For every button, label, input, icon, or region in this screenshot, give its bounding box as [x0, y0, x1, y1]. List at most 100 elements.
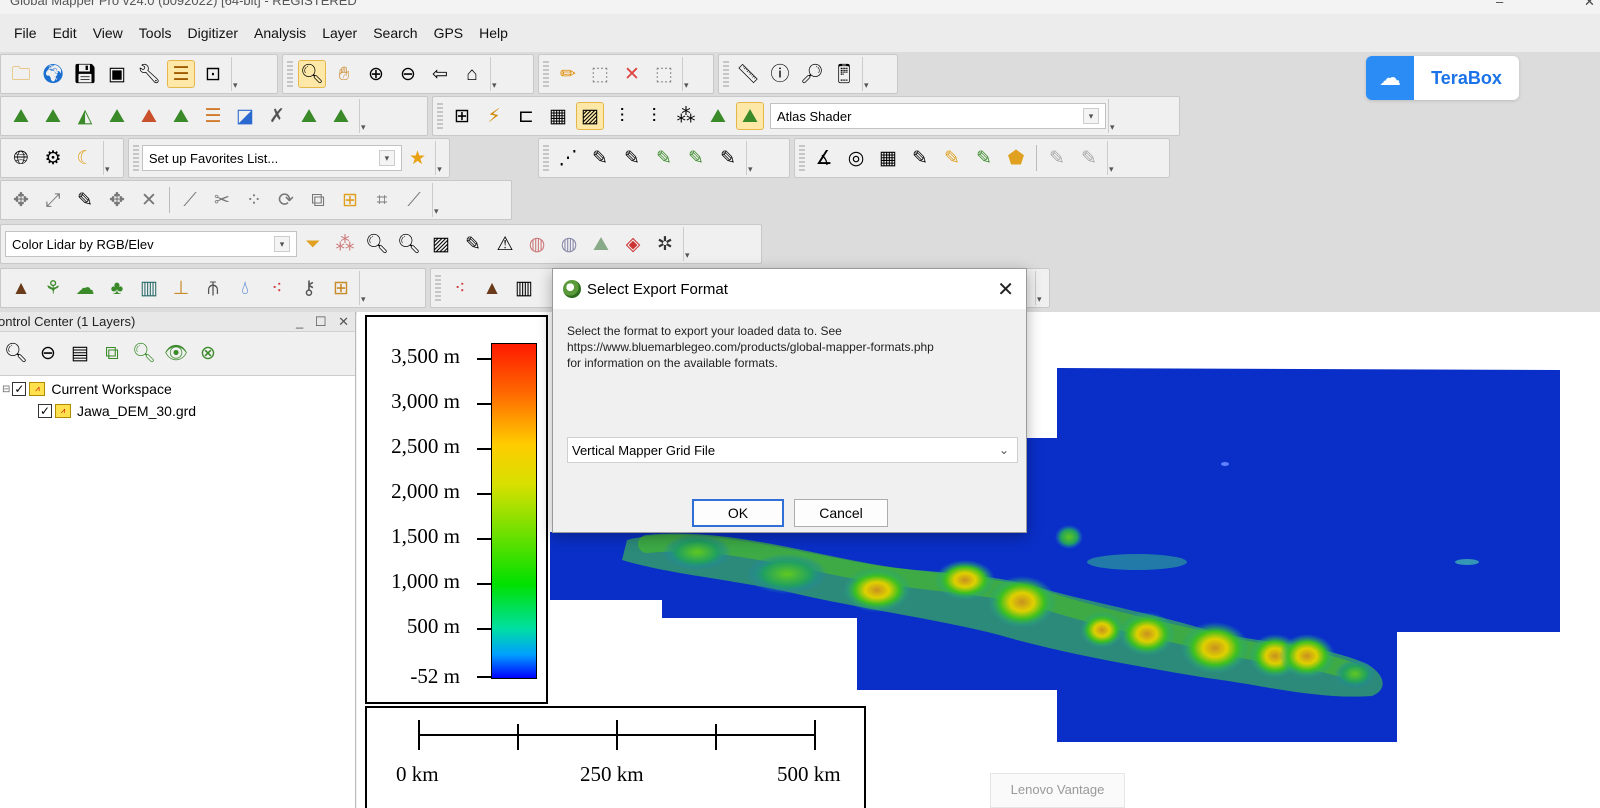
lightning-icon[interactable]: ⚡︎ [481, 103, 507, 129]
split-line-icon[interactable]: ⟋ [177, 187, 203, 213]
gps-device-icon[interactable]: 📱︎ [831, 61, 857, 87]
pole-icon[interactable]: ⊥ [168, 275, 194, 301]
viewshed-icon[interactable]: ⛰︎ [136, 103, 162, 129]
save-icon[interactable]: 💾︎ [72, 61, 98, 87]
layer-search-icon[interactable]: 🔍︎ [3, 341, 29, 367]
contour-icon[interactable]: ⛰︎ [40, 103, 66, 129]
point-class-icon[interactable]: ⁖ [447, 275, 473, 301]
ruler-diag-icon[interactable]: ⟋ [401, 187, 427, 213]
open-folder-icon[interactable]: 🗀 [8, 61, 34, 87]
menu-view[interactable]: View [85, 25, 131, 41]
key-icon[interactable]: ⚷ [296, 275, 322, 301]
terrain-icon[interactable]: ⛰︎ [8, 103, 34, 129]
toolbar-options-icon[interactable] [435, 141, 445, 175]
watershed-icon[interactable]: ⛰︎ [168, 103, 194, 129]
back-arrow-icon[interactable]: ⇦ [427, 61, 453, 87]
move-icon[interactable]: ✥ [104, 187, 130, 213]
draw-circle-icon[interactable]: ✎ [715, 145, 741, 171]
layer-remove-icon[interactable]: ⊗ [195, 341, 221, 367]
globe-icon[interactable]: 🌍︎ [40, 61, 66, 87]
mountain-shader-icon[interactable]: ⛰︎ [736, 102, 764, 130]
lidar-cloud-icon[interactable]: ◍ [556, 231, 582, 257]
menu-edit[interactable]: Edit [45, 25, 85, 41]
minimize-button[interactable]: – [1496, 0, 1503, 9]
edit-doc-icon[interactable]: ✎ [460, 231, 486, 257]
menu-tools[interactable]: Tools [131, 25, 180, 41]
shader-slash-icon[interactable]: ▨ [576, 102, 604, 130]
copy-icon[interactable]: ⧉ [305, 187, 331, 213]
lidar-query-icon[interactable]: 🔍︎ [396, 231, 422, 257]
join-icon[interactable]: ⁘ [241, 187, 267, 213]
tower-icon[interactable]: ⫚ [200, 275, 226, 301]
layers-icon[interactable]: ☰ [167, 60, 195, 88]
toolbar-options-icon[interactable] [1107, 141, 1117, 175]
vertices-icon[interactable]: ⊞ [337, 187, 363, 213]
reshape-icon[interactable]: ✎ [72, 187, 98, 213]
search-feature-icon[interactable]: 🔎︎ [799, 61, 825, 87]
lidar-points-icon[interactable]: ⁂ [332, 231, 358, 257]
layer-checkbox[interactable]: ✓ [38, 404, 52, 418]
toolbar-options-icon[interactable] [231, 57, 241, 91]
highlight-icon[interactable]: ✎ [939, 145, 965, 171]
draw-rect-icon[interactable]: ✎ [683, 145, 709, 171]
workspace-checkbox[interactable]: ✓ [12, 382, 27, 396]
edit-vertex-icon[interactable]: ⬚ [651, 61, 677, 87]
toolbar-options-icon[interactable] [683, 227, 693, 261]
panel-maximize-button[interactable]: ☐ [315, 314, 327, 329]
snap-point-icon[interactable]: ✕ [136, 187, 162, 213]
lidar-class-icon[interactable]: ⫶ [641, 103, 667, 129]
menu-search[interactable]: Search [365, 25, 425, 41]
draw-curve-icon[interactable]: ✎ [619, 145, 645, 171]
select-rect-icon[interactable]: ⬚ [587, 61, 613, 87]
toolbar-options-icon[interactable] [490, 57, 500, 91]
crop-icon[interactable]: ⌗ [369, 187, 395, 213]
layer-copy-icon[interactable]: ⧉ [99, 341, 125, 367]
bush-icon[interactable]: ☁︎ [72, 275, 98, 301]
disabled-pen-icon[interactable]: ✎ [1044, 145, 1070, 171]
online-globe-icon[interactable]: 🌐︎ [8, 145, 34, 171]
volume-icon[interactable]: ⛰︎ [104, 103, 130, 129]
pan-hand-icon[interactable]: ✋︎ [331, 61, 357, 87]
panel-minimize-button[interactable]: _ [296, 314, 303, 329]
lidar-terrain-icon[interactable]: ⛰︎ [588, 231, 614, 257]
vertex-icon[interactable]: ✎ [971, 145, 997, 171]
menu-file[interactable]: File [6, 25, 45, 41]
horizon-icon[interactable]: ☰ [200, 103, 226, 129]
night-mode-icon[interactable]: ☾ [72, 145, 98, 171]
favorite-star-icon[interactable]: ★ [405, 145, 430, 171]
warning-triangle-icon[interactable]: ⚠︎ [492, 231, 518, 257]
toolbar-options-icon[interactable] [103, 141, 113, 175]
shape-icon[interactable]: ⬟ [1003, 145, 1029, 171]
overview-icon[interactable]: ⊡ [200, 61, 226, 87]
angle-icon[interactable]: ∡ [811, 145, 837, 171]
terabox-widget[interactable]: ☁︎ TeraBox [1366, 56, 1519, 100]
mountain-sun-icon[interactable]: ⛰︎ [705, 103, 731, 129]
toolbar-options-icon[interactable] [359, 99, 369, 133]
grass-icon[interactable]: ⚘ [40, 275, 66, 301]
move-feature-icon[interactable]: ⤢ [40, 187, 66, 213]
hatch-icon[interactable]: ▨ [428, 231, 454, 257]
export-format-select[interactable]: Vertical Mapper Grid File ⌄ [567, 437, 1018, 463]
slope-icon[interactable]: ◭ [72, 103, 98, 129]
delete-x-icon[interactable]: ✕ [619, 61, 645, 87]
lidar-icon[interactable]: ⫶ [609, 103, 635, 129]
scissors-icon[interactable]: ✂︎ [209, 187, 235, 213]
lenovo-vantage-tab[interactable]: Lenovo Vantage [990, 773, 1125, 808]
draw-line-icon[interactable]: ✎ [587, 145, 613, 171]
menu-layer[interactable]: Layer [314, 25, 365, 41]
snap-icon[interactable]: ✎ [907, 145, 933, 171]
profile-icon[interactable]: ⊏ [513, 103, 539, 129]
toolbar-options-icon[interactable] [1108, 99, 1118, 133]
window-icon[interactable]: ▣ [104, 61, 130, 87]
cross-tool-icon[interactable]: ✗ [264, 103, 290, 129]
draw-area-icon[interactable]: ✎ [651, 145, 677, 171]
ruler-icon[interactable]: 📏︎ [735, 61, 761, 87]
menu-analysis[interactable]: Analysis [246, 25, 314, 41]
point-cloud-icon[interactable]: ⁂ [673, 103, 699, 129]
cancel-button[interactable]: Cancel [794, 499, 888, 527]
window-close-button[interactable]: ✕ [1584, 0, 1595, 10]
settings-gear-icon[interactable]: ⚙︎ [40, 145, 66, 171]
shader-select[interactable]: Atlas Shader ▾ [770, 103, 1106, 129]
point-pattern-icon[interactable]: ⁖ [264, 275, 290, 301]
layer-visibility-icon[interactable]: 👁︎ [163, 341, 189, 367]
